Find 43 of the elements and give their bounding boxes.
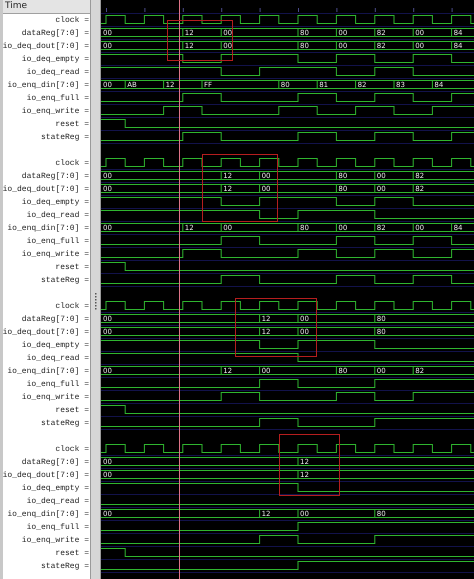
signal-name[interactable]: reset = xyxy=(55,263,89,272)
signal-name[interactable]: clock = xyxy=(55,302,89,311)
signal-name[interactable]: clock = xyxy=(55,16,89,25)
signal-name[interactable]: io_enq_din[7:0] = xyxy=(7,224,89,233)
signal-name[interactable]: io_deq_read = xyxy=(26,211,89,220)
signal-name[interactable]: reset = xyxy=(55,406,89,415)
signal-name[interactable]: io_deq_read = xyxy=(26,497,89,506)
highlight-box xyxy=(279,434,340,496)
signal-name[interactable]: io_deq_dout[7:0] = xyxy=(2,328,89,337)
signal-name[interactable]: io_deq_read = xyxy=(26,354,89,363)
signal-name[interactable]: io_enq_write = xyxy=(22,107,89,116)
signal-name[interactable]: clock = xyxy=(55,159,89,168)
signal-name[interactable]: io_enq_din[7:0] = xyxy=(7,367,89,376)
signal-name[interactable]: io_deq_empty = xyxy=(22,484,89,493)
signal-name[interactable]: clock = xyxy=(55,445,89,454)
signal-name[interactable]: io_enq_write = xyxy=(22,393,89,402)
signal-name[interactable]: io_deq_dout[7:0] = xyxy=(2,42,89,51)
signal-name[interactable]: dataReg[7:0] = xyxy=(22,315,89,324)
signal-name[interactable]: io_enq_din[7:0] = xyxy=(7,510,89,519)
signal-name[interactable]: dataReg[7:0] = xyxy=(22,458,89,467)
signal-name[interactable]: io_enq_write = xyxy=(22,536,89,545)
signal-name[interactable]: stateReg = xyxy=(40,133,89,142)
signal-name[interactable]: io_deq_empty = xyxy=(22,341,89,350)
signal-name[interactable]: io_enq_full = xyxy=(26,237,89,246)
signal-name[interactable]: stateReg = xyxy=(40,276,89,285)
signal-name[interactable]: io_deq_empty = xyxy=(22,55,89,64)
signal-name[interactable]: io_deq_dout[7:0] = xyxy=(2,471,89,480)
signal-name[interactable]: dataReg[7:0] = xyxy=(22,29,89,38)
signal-name[interactable]: io_deq_empty = xyxy=(22,198,89,207)
signal-name[interactable]: io_enq_full = xyxy=(26,94,89,103)
time-header: Time xyxy=(3,0,90,14)
signal-name[interactable]: reset = xyxy=(55,120,89,129)
signal-name[interactable]: dataReg[7:0] = xyxy=(22,172,89,181)
signal-name[interactable]: io_deq_read = xyxy=(26,68,89,77)
signal-name[interactable]: stateReg = xyxy=(40,419,89,428)
signal-name[interactable]: io_enq_full = xyxy=(26,523,89,532)
highlight-box xyxy=(167,20,233,61)
signal-name[interactable]: io_deq_dout[7:0] = xyxy=(2,185,89,194)
signal-name[interactable]: io_enq_full = xyxy=(26,380,89,389)
signal-name[interactable]: io_enq_din[7:0] = xyxy=(7,81,89,90)
signal-name[interactable]: reset = xyxy=(55,549,89,558)
signal-name[interactable]: io_enq_write = xyxy=(22,250,89,259)
signal-name[interactable]: stateReg = xyxy=(40,562,89,571)
